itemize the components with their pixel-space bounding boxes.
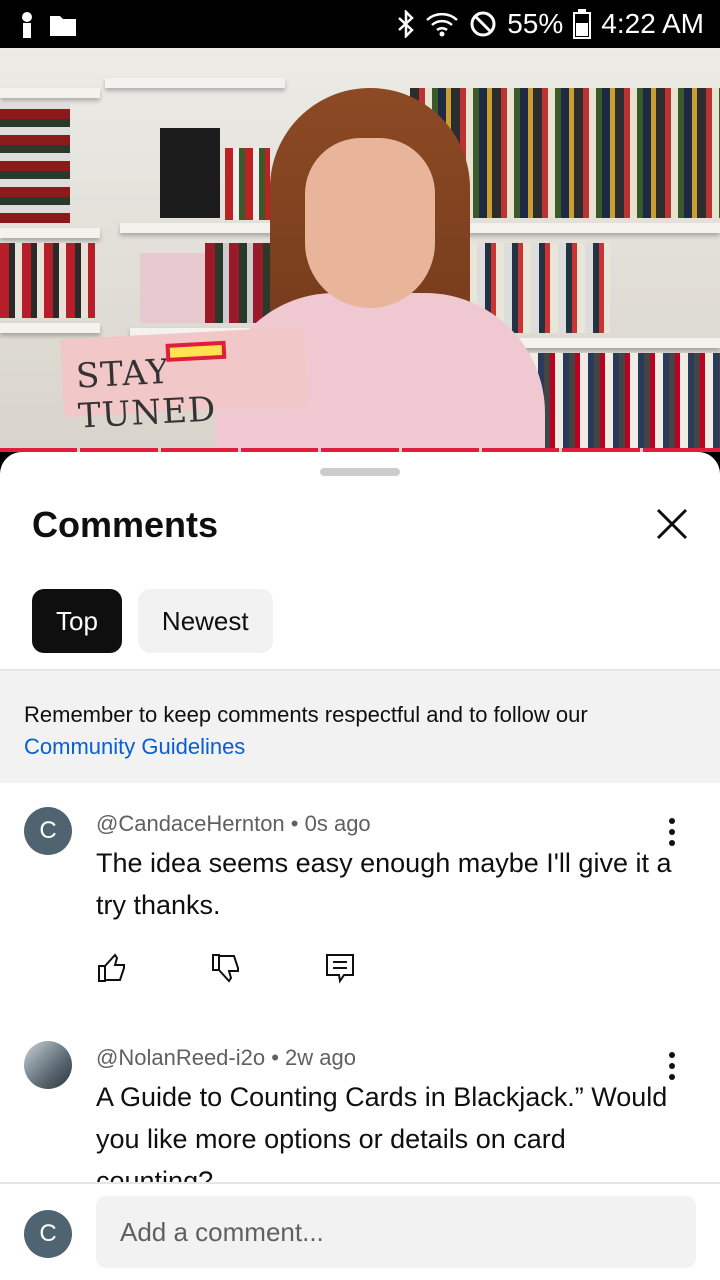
comments-sheet: Comments Top Newest Remember to keep com… — [0, 452, 720, 1280]
folder-icon — [50, 16, 76, 36]
reply-icon[interactable] — [324, 952, 356, 984]
community-guidelines-link[interactable]: Community Guidelines — [24, 734, 245, 759]
avatar: C — [24, 1210, 72, 1258]
tab-top[interactable]: Top — [32, 589, 122, 653]
status-bar: 55% 4:22 AM — [0, 0, 720, 48]
guidelines-notice: Remember to keep comments respectful and… — [0, 671, 720, 783]
comment-actions — [96, 952, 356, 984]
comment-time: 0s ago — [304, 811, 371, 836]
thumbs-down-icon[interactable] — [210, 952, 242, 984]
tab-newest[interactable]: Newest — [137, 589, 273, 653]
comment-meta: @NolanReed-i2o • 2w ago — [96, 1045, 356, 1070]
avatar[interactable] — [24, 1041, 72, 1089]
comment-meta: @CandaceHernton • 0s ago — [96, 811, 371, 836]
video-player[interactable]: STAY TUNED — [0, 48, 720, 452]
comment-author[interactable]: @CandaceHernton — [96, 811, 285, 836]
battery-icon — [573, 9, 592, 39]
comments-title: Comments — [32, 504, 219, 545]
comment-text: The idea seems easy enough maybe I'll gi… — [96, 848, 672, 920]
wifi-icon — [426, 12, 459, 37]
presenter — [305, 138, 435, 308]
drag-handle[interactable] — [320, 468, 400, 476]
comment-time: 2w ago — [285, 1045, 356, 1070]
comment-author[interactable]: @NolanReed-i2o — [96, 1045, 265, 1070]
do-not-disturb-icon — [470, 11, 496, 37]
add-comment-input[interactable]: Add a comment... — [96, 1196, 696, 1268]
add-comment-bar: C Add a comment... — [0, 1182, 720, 1280]
thumbs-up-icon[interactable] — [96, 952, 128, 984]
close-icon[interactable] — [650, 502, 694, 546]
tv-icon — [165, 340, 227, 362]
sort-tabs: Top Newest — [32, 589, 273, 653]
bluetooth-icon — [398, 10, 415, 38]
battery-percent: 55% — [507, 8, 564, 39]
stay-tuned-graphic: STAY TUNED — [60, 326, 308, 437]
person-icon — [22, 12, 32, 38]
avatar[interactable]: C — [24, 807, 72, 855]
clock: 4:22 AM — [601, 8, 704, 39]
